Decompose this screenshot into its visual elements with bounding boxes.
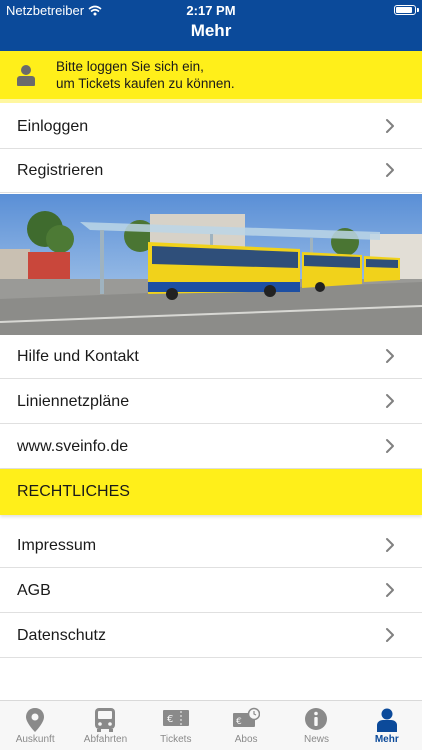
menu-item-label: AGB bbox=[17, 581, 51, 599]
tab-label: Mehr bbox=[374, 734, 399, 745]
menu-item-terms[interactable]: AGB bbox=[0, 569, 422, 613]
tab-bar: Auskunft Abfahrten € Tickets € Abos News… bbox=[0, 700, 422, 750]
menu-item-network-maps[interactable]: Liniennetzpläne bbox=[0, 380, 422, 424]
menu-item-label: Liniennetzpläne bbox=[17, 392, 130, 410]
bus-icon bbox=[95, 708, 116, 732]
menu-item-privacy[interactable]: Datenschutz bbox=[0, 614, 422, 658]
location-pin-icon bbox=[26, 708, 45, 732]
chevron-right-icon bbox=[386, 349, 394, 363]
tab-label: Abfahrten bbox=[83, 734, 128, 745]
menu-item-help[interactable]: Hilfe und Kontakt bbox=[0, 335, 422, 379]
menu-item-label: www.sveinfo.de bbox=[17, 437, 129, 455]
svg-text:€: € bbox=[167, 714, 173, 725]
tab-mehr[interactable]: Mehr bbox=[352, 701, 422, 750]
chevron-right-icon bbox=[386, 439, 394, 453]
tab-news[interactable]: News bbox=[281, 701, 351, 750]
section-title: RECHTLICHES bbox=[17, 483, 130, 500]
tab-label: News bbox=[303, 734, 329, 745]
svg-text:€: € bbox=[236, 717, 242, 727]
menu-item-label: Einloggen bbox=[17, 117, 89, 135]
bus-station-photo bbox=[0, 194, 422, 335]
menu-item-website[interactable]: www.sveinfo.de bbox=[0, 425, 422, 469]
menu-item-register[interactable]: Registrieren bbox=[0, 149, 422, 193]
menu-item-label: Registrieren bbox=[17, 161, 104, 179]
tab-label: Auskunft bbox=[15, 734, 55, 745]
page-title: Mehr bbox=[190, 21, 232, 40]
ticket-icon: € bbox=[162, 710, 189, 726]
chevron-right-icon bbox=[386, 163, 394, 177]
subscription-icon: € bbox=[233, 707, 261, 727]
menu-item-label: Datenschutz bbox=[17, 626, 106, 644]
info-icon bbox=[305, 708, 328, 730]
login-prompt-text: Bitte loggen Sie sich ein, um Tickets ka… bbox=[56, 58, 235, 92]
tab-tickets[interactable]: € Tickets bbox=[141, 701, 211, 750]
chevron-right-icon bbox=[386, 538, 394, 552]
person-icon bbox=[14, 62, 38, 88]
login-prompt-line-2: um Tickets kaufen zu können. bbox=[56, 76, 235, 91]
menu-item-label: Impressum bbox=[17, 536, 97, 554]
menu-item-label: Hilfe und Kontakt bbox=[17, 347, 139, 365]
menu-item-login[interactable]: Einloggen bbox=[0, 105, 422, 149]
login-prompt-banner: Bitte loggen Sie sich ein, um Tickets ka… bbox=[0, 51, 422, 103]
battery-icon bbox=[394, 5, 419, 15]
menu-item-imprint[interactable]: Impressum bbox=[0, 524, 422, 568]
tab-abos[interactable]: € Abos bbox=[211, 701, 281, 750]
tab-abfahrten[interactable]: Abfahrten bbox=[70, 701, 140, 750]
clock: 2:17 PM bbox=[186, 3, 236, 18]
chevron-right-icon bbox=[386, 583, 394, 597]
navigation-header: Netzbetreiber 2:17 PM Mehr bbox=[0, 0, 422, 51]
legal-section-header: RECHTLICHES bbox=[0, 469, 422, 515]
chevron-right-icon bbox=[386, 119, 394, 133]
tab-auskunft[interactable]: Auskunft bbox=[0, 701, 70, 750]
login-prompt-line-1: Bitte loggen Sie sich ein, bbox=[56, 59, 204, 74]
tab-label: Abos bbox=[234, 734, 258, 745]
person-icon bbox=[376, 708, 397, 732]
status-bar: Netzbetreiber 2:17 PM bbox=[0, 0, 422, 20]
chevron-right-icon bbox=[386, 394, 394, 408]
chevron-right-icon bbox=[386, 628, 394, 642]
tab-label: Tickets bbox=[160, 734, 192, 745]
